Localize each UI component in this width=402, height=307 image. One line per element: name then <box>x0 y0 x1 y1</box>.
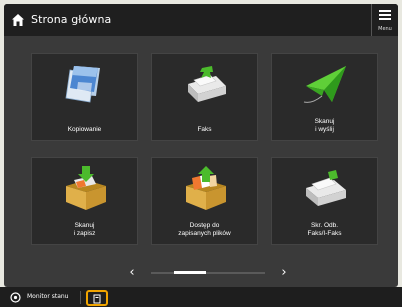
function-grid: Kopiowanie Faks Skanuj i wyślij Skanuj i… <box>31 53 378 245</box>
top-bar: Strona główna Menu <box>4 4 398 36</box>
tile-label-scan-send: Skanuj i wyślij <box>314 118 335 133</box>
fax-inbox-icon <box>306 170 346 206</box>
tile-stored-files[interactable]: Dostęp do zapisanych plików <box>151 157 258 245</box>
copy-documents-icon <box>65 66 100 103</box>
next-page-button[interactable]: › <box>277 266 291 280</box>
prev-page-button[interactable]: ‹ <box>125 266 139 280</box>
tile-label-copy: Kopiowanie <box>67 126 102 133</box>
scan-send-icon <box>303 66 346 103</box>
tile-scan-store[interactable]: Skanuj i zapisz <box>31 157 138 245</box>
tile-label-fax-inbox: Skr. Odb. Faks/I-Faks <box>307 222 342 237</box>
tile-label-scan-store: Skanuj i zapisz <box>73 222 96 237</box>
status-divider <box>80 291 81 304</box>
menu-button[interactable]: Menu <box>371 4 398 36</box>
tile-fax[interactable]: Faks <box>151 53 258 141</box>
scan-store-icon <box>66 166 106 210</box>
device-icon <box>93 294 101 304</box>
stored-files-icon <box>186 166 226 210</box>
status-monitor-icon[interactable] <box>10 292 21 303</box>
page-navigator: ‹ › <box>119 266 289 280</box>
page-scroll-thumb[interactable] <box>173 271 206 274</box>
menu-label: Menu <box>378 26 392 32</box>
tile-fax-inbox[interactable]: Skr. Odb. Faks/I-Faks <box>271 157 378 245</box>
status-monitor-label[interactable]: Monitor stanu <box>27 293 68 301</box>
home-screen: Strona główna Menu Kopiowanie Faks Skanu… <box>4 4 398 287</box>
status-bar: Monitor stanu <box>0 287 402 307</box>
page-title: Strona główna <box>31 13 112 26</box>
tile-scan-send[interactable]: Skanuj i wyślij <box>271 53 378 141</box>
tile-copy[interactable]: Kopiowanie <box>31 53 138 141</box>
home-icon[interactable] <box>11 13 25 27</box>
page-scroll-track[interactable] <box>151 272 265 274</box>
hamburger-icon <box>379 10 391 22</box>
tile-label-stored-files: Dostęp do zapisanych plików <box>178 222 231 237</box>
fax-icon <box>188 66 226 102</box>
device-status-button[interactable] <box>86 290 108 306</box>
tile-label-fax: Faks <box>197 126 212 133</box>
